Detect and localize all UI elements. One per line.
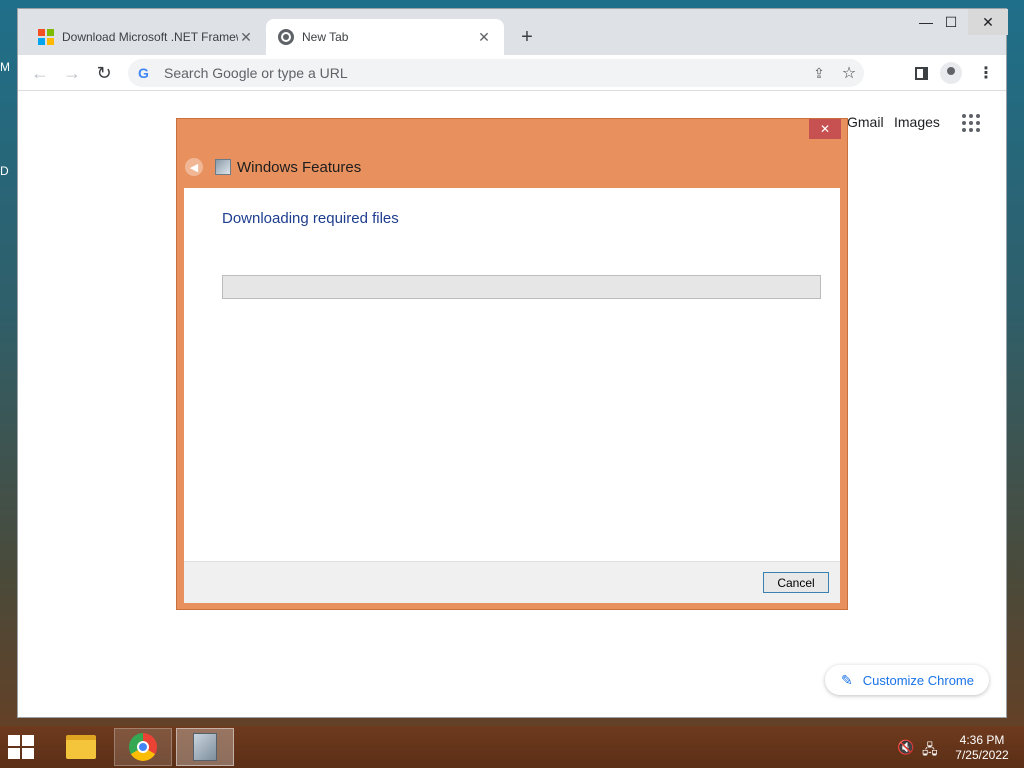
system-clock[interactable]: 4:36 PM 7/25/2022 bbox=[950, 733, 1014, 763]
start-button[interactable] bbox=[8, 735, 38, 759]
dialog-close-button[interactable]: ✕ bbox=[809, 119, 841, 139]
address-bar-placeholder[interactable]: Search Google or type a URL bbox=[164, 65, 804, 81]
profile-avatar-icon[interactable] bbox=[940, 62, 962, 84]
forward-button[interactable]: → bbox=[60, 61, 84, 85]
back-button[interactable]: ← bbox=[28, 61, 52, 85]
dialog-header: ◀ Windows Features bbox=[185, 155, 361, 179]
tab-close-icon[interactable]: ✕ bbox=[476, 29, 492, 45]
tab-dotnet-download[interactable]: Download Microsoft .NET Framework ✕ bbox=[26, 19, 266, 55]
windows-features-dialog: ✕ ◀ Windows Features Downloading require… bbox=[176, 118, 848, 610]
taskbar: 🔇 🖧 4:36 PM 7/25/2022 bbox=[0, 726, 1024, 768]
microsoft-logo-icon bbox=[38, 29, 54, 45]
tab-title: New Tab bbox=[302, 30, 349, 44]
window-close-button[interactable]: ✕ bbox=[968, 9, 1008, 35]
dialog-title: Windows Features bbox=[237, 158, 362, 176]
back-arrow-icon: ◀ bbox=[185, 158, 203, 176]
windows-features-icon bbox=[193, 733, 217, 761]
file-explorer-icon bbox=[66, 735, 96, 759]
chrome-icon bbox=[278, 29, 294, 45]
dialog-footer: Cancel bbox=[184, 561, 840, 603]
customize-chrome-label: Customize Chrome bbox=[862, 672, 974, 688]
volume-muted-icon[interactable]: 🔇 bbox=[897, 739, 914, 756]
pencil-icon: ✎ bbox=[841, 671, 853, 688]
chrome-icon bbox=[129, 733, 157, 761]
status-heading: Downloading required files bbox=[222, 210, 399, 227]
tab-strip: Download Microsoft .NET Framework ✕ New … bbox=[18, 9, 1008, 55]
desktop-icon-label: M bbox=[0, 60, 10, 74]
taskbar-file-explorer[interactable] bbox=[52, 728, 110, 766]
taskbar-windows-features[interactable] bbox=[176, 728, 234, 766]
gmail-link[interactable]: Gmail bbox=[847, 114, 884, 130]
share-icon[interactable]: ⇪ bbox=[804, 65, 834, 82]
address-bar[interactable]: G Search Google or type a URL ⇪ ☆ bbox=[128, 59, 864, 87]
download-progress-bar bbox=[222, 275, 821, 299]
clock-time: 4:36 PM bbox=[959, 733, 1005, 747]
images-link[interactable]: Images bbox=[894, 114, 940, 130]
tab-close-icon[interactable]: ✕ bbox=[238, 29, 254, 45]
chrome-menu-icon[interactable]: ⋮ bbox=[976, 63, 996, 83]
tab-new-tab[interactable]: New Tab ✕ bbox=[266, 19, 504, 55]
dialog-body: Downloading required files bbox=[184, 188, 840, 561]
new-tab-button[interactable]: + bbox=[515, 25, 539, 49]
clock-date: 7/25/2022 bbox=[955, 748, 1009, 762]
reload-button[interactable]: ↻ bbox=[92, 61, 116, 85]
google-apps-icon[interactable] bbox=[962, 114, 980, 132]
maximize-button[interactable]: ☐ bbox=[936, 9, 966, 35]
desktop-icon-label: D bbox=[0, 164, 9, 178]
tab-title: Download Microsoft .NET Framework bbox=[62, 30, 238, 44]
taskbar-chrome[interactable] bbox=[114, 728, 172, 766]
google-icon: G bbox=[138, 65, 149, 81]
customize-chrome-button[interactable]: ✎ Customize Chrome bbox=[825, 665, 989, 695]
windows-features-icon bbox=[215, 159, 231, 175]
side-panel-icon[interactable] bbox=[911, 63, 931, 83]
browser-toolbar: ← → ↻ G Search Google or type a URL ⇪ ☆ … bbox=[18, 55, 1006, 91]
cancel-button[interactable]: Cancel bbox=[763, 572, 829, 593]
bookmark-star-icon[interactable]: ☆ bbox=[834, 63, 864, 83]
network-icon[interactable]: 🖧 bbox=[922, 739, 938, 763]
